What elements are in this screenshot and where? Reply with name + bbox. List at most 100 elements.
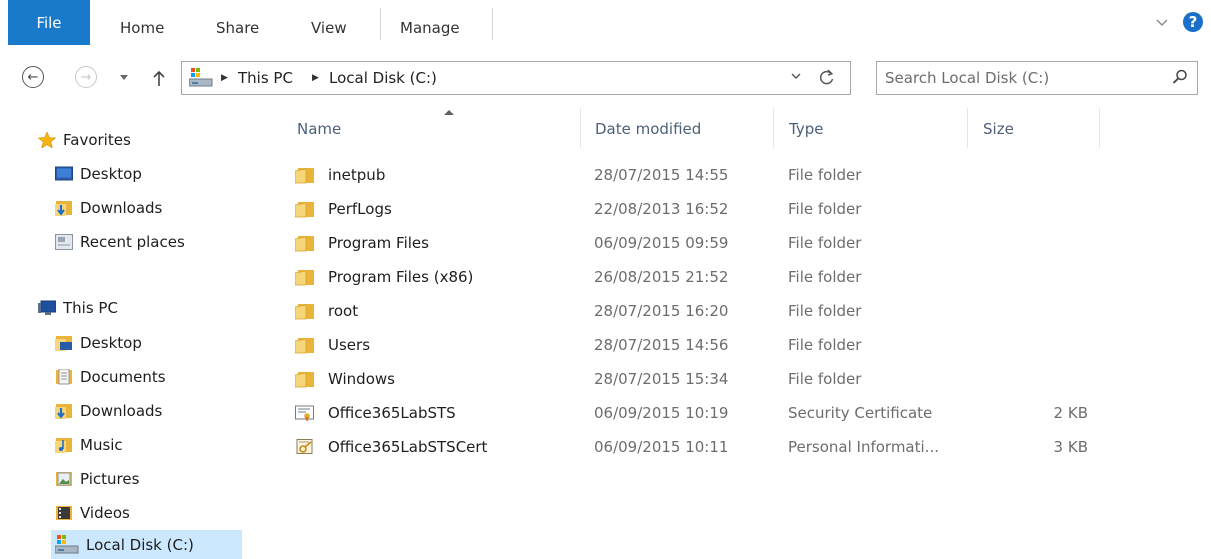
sidebar-item-this-pc[interactable]: This PC (38, 296, 118, 320)
file-name: root (328, 302, 359, 320)
sidebar-item-favorites[interactable]: Favorites (38, 128, 131, 152)
column-header-label: Name (297, 120, 342, 138)
sidebar-item-local-disk[interactable]: Local Disk (C:) (51, 530, 242, 559)
music-icon (55, 438, 72, 453)
sidebar-item-desktop-folder[interactable]: Desktop (55, 331, 142, 355)
navigation-bar: ← → ▶ This PC ▶ Local Disk (C:) Search L… (0, 52, 1211, 102)
forward-button[interactable]: → (75, 66, 97, 88)
file-row[interactable]: root 28/07/2015 16:20 File folder (268, 294, 1098, 328)
help-icon[interactable]: ? (1183, 12, 1203, 32)
local-disk-icon (189, 68, 213, 87)
sidebar-item-videos[interactable]: Videos (55, 501, 130, 525)
folder-icon (295, 270, 314, 286)
sidebar-item-music[interactable]: Music (55, 433, 123, 457)
sidebar-item-documents[interactable]: Documents (55, 365, 166, 389)
file-row[interactable]: Users 28/07/2015 14:56 File folder (268, 328, 1098, 362)
folder-icon (295, 202, 314, 218)
file-list: Name Date modified Type Size inetpub 28/0… (268, 108, 1211, 559)
sidebar-item-label: Documents (80, 368, 166, 386)
file-row[interactable]: Program Files (x86) 26/08/2015 21:52 File … (268, 260, 1098, 294)
breadcrumb-local-disk[interactable]: Local Disk (C:) (329, 69, 437, 87)
personal-information-exchange-icon (296, 439, 313, 454)
sidebar-item-label: Recent places (80, 233, 185, 251)
file-date-modified: 06/09/2015 10:11 (594, 438, 729, 456)
file-name: Office365LabSTS (328, 404, 456, 422)
file-type: Security Certificate (788, 404, 933, 422)
sort-ascending-icon (444, 110, 454, 115)
tab-separator (380, 8, 381, 40)
sidebar-item-label: Local Disk (C:) (86, 536, 194, 554)
file-date-modified: 28/07/2015 14:56 (594, 336, 729, 354)
file-size: 3 KB (1053, 438, 1088, 456)
sidebar-item-pictures[interactable]: Pictures (55, 467, 139, 491)
refresh-icon[interactable] (818, 69, 836, 87)
column-header-label: Size (983, 120, 1014, 138)
file-date-modified: 26/08/2015 21:52 (594, 268, 729, 286)
address-bar[interactable]: ▶ This PC ▶ Local Disk (C:) (181, 61, 851, 95)
file-row[interactable]: inetpub 28/07/2015 14:55 File folder (268, 158, 1098, 192)
sidebar-item-downloads[interactable]: Downloads (55, 196, 162, 220)
file-name: Users (328, 336, 371, 354)
sidebar-item-label: Desktop (80, 334, 142, 352)
sidebar-item-desktop[interactable]: Desktop (55, 162, 142, 186)
file-date-modified: 06/09/2015 10:19 (594, 404, 729, 422)
videos-icon (56, 506, 72, 520)
file-name: Program Files (x86) (328, 268, 474, 286)
file-type: Personal Informati... (788, 438, 939, 456)
sidebar-item-recent-places[interactable]: Recent places (55, 230, 185, 254)
search-box[interactable]: Search Local Disk (C:) (876, 61, 1198, 95)
sidebar-item-label: Favorites (63, 131, 131, 149)
navigation-pane: Favorites Desktop Downloads Recent place… (0, 118, 260, 559)
sidebar-item-label: Pictures (80, 470, 140, 488)
file-type: File folder (788, 166, 862, 184)
column-header-size[interactable]: Size (968, 108, 1100, 148)
expand-ribbon-chevron-icon[interactable] (1155, 16, 1169, 30)
file-row[interactable]: Windows 28/07/2015 15:34 File folder (268, 362, 1098, 396)
tab-file[interactable]: File (8, 0, 90, 45)
folder-icon (295, 338, 314, 354)
sidebar-item-label: This PC (63, 299, 118, 317)
column-header-name[interactable]: Name (282, 108, 581, 148)
file-row[interactable]: Program Files 06/09/2015 09:59 File folder (268, 226, 1098, 260)
file-row[interactable]: Office365LabSTS 06/09/2015 10:19 Security … (268, 396, 1098, 430)
file-date-modified: 22/08/2013 16:52 (594, 200, 729, 218)
folder-icon (295, 372, 314, 388)
search-placeholder[interactable]: Search Local Disk (C:) (885, 69, 1049, 87)
tab-share[interactable]: Share (216, 19, 259, 37)
tab-view[interactable]: View (311, 19, 347, 37)
breadcrumb-arrow-icon[interactable]: ▶ (312, 73, 319, 83)
back-button[interactable]: ← (22, 66, 44, 88)
this-pc-icon (38, 300, 56, 315)
file-size: 2 KB (1053, 404, 1088, 422)
downloads-folder-icon (55, 404, 72, 419)
recent-places-icon (55, 234, 73, 250)
address-dropdown-chevron-icon[interactable] (790, 71, 802, 81)
tab-manage[interactable]: Manage (400, 19, 460, 37)
file-name: PerfLogs (328, 200, 392, 218)
file-date-modified: 06/09/2015 09:59 (594, 234, 729, 252)
column-header-date-modified[interactable]: Date modified (580, 108, 774, 148)
recent-locations-chevron-icon[interactable] (119, 74, 129, 81)
sidebar-item-label: Desktop (80, 165, 142, 183)
file-type: File folder (788, 268, 862, 286)
file-type: File folder (788, 200, 862, 218)
breadcrumb-arrow-icon[interactable]: ▶ (221, 73, 228, 83)
search-icon[interactable] (1172, 69, 1188, 85)
up-arrow-icon[interactable] (153, 69, 165, 87)
column-header-type[interactable]: Type (774, 108, 968, 148)
sidebar-item-label: Downloads (80, 402, 163, 420)
file-type: File folder (788, 370, 862, 388)
tab-home[interactable]: Home (120, 19, 164, 37)
breadcrumb-this-pc[interactable]: This PC (238, 69, 293, 87)
file-name: Windows (328, 370, 395, 388)
file-name: inetpub (328, 166, 386, 184)
file-row[interactable]: Office365LabSTSCert 06/09/2015 10:11 Perso… (268, 430, 1098, 464)
folder-icon (295, 304, 314, 320)
sidebar-item-downloads-pc[interactable]: Downloads (55, 399, 162, 423)
file-type: File folder (788, 302, 862, 320)
desktop-icon (55, 166, 73, 181)
star-icon (38, 132, 56, 148)
file-name: Office365LabSTSCert (328, 438, 488, 456)
file-row[interactable]: PerfLogs 22/08/2013 16:52 File folder (268, 192, 1098, 226)
folder-icon (295, 168, 314, 184)
